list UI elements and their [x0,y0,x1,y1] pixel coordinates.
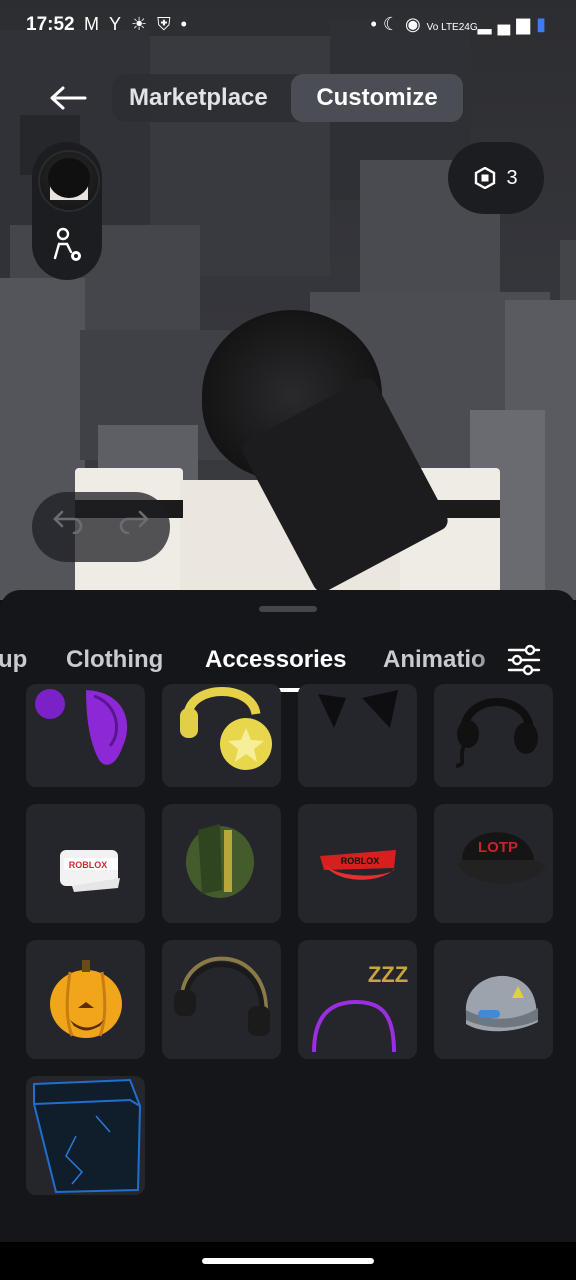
item-label: ZZZ [368,962,408,987]
home-indicator[interactable] [202,1258,374,1264]
drag-handle[interactable] [259,606,317,612]
headset-icon [455,698,538,768]
volte-icon: Vo LTE2 [426,22,465,33]
status-left-icons: MY☀⛨• [84,14,197,35]
pumpkin-icon [50,960,122,1038]
sliders-icon [507,644,541,676]
item-lotp-cap[interactable]: LOTP [434,804,553,923]
item-label: ROBLOX [341,856,380,866]
filter-button[interactable] [504,640,544,680]
status-time: 17:52 [26,14,75,35]
avatar-head-icon [48,158,90,200]
item-yellow-headphones[interactable] [162,684,281,787]
tab-accessories[interactable]: Accessories [205,646,346,674]
redo-icon [119,510,149,535]
item-roblox-white-visor[interactable]: ROBLOX [26,804,145,923]
robux-amount: 3 [506,166,518,189]
tab-marketplace[interactable]: Marketplace [129,74,268,122]
headphones-icon [174,956,270,1036]
undo-icon [53,510,83,535]
cube-icon [33,1078,142,1194]
catalog-panel: up Clothing Accessories Animatio ROBLOX … [0,590,576,1242]
item-pumpkin-backpack[interactable] [26,940,145,1059]
cap-icon: LOTP [456,832,546,884]
robux-icon [475,167,496,189]
status-right-icons: •☾◉Vo LTE24G▂▄▆▮ [371,14,553,35]
avatar-settings-button[interactable] [49,226,85,266]
headband-icon: ZZZ [312,962,408,1053]
avatar[interactable] [38,150,100,212]
dot-icon: • [370,14,383,34]
tab-customize[interactable]: Customize [291,74,463,122]
gmail-icon: M [84,14,109,34]
avatar-settings-icon [53,227,81,261]
item-black-headset[interactable] [434,684,553,787]
visor-icon: ROBLOX [60,850,120,892]
item-label: ROBLOX [69,860,108,870]
hood-icon [186,824,254,898]
item-purple-wings[interactable] [26,684,145,787]
mode-switcher: Marketplace Customize [112,74,464,122]
red-visor-icon: ROBLOX [320,850,398,880]
network-type: 4G [464,22,478,33]
undo-redo-pill [32,492,170,562]
avatar-switcher [32,142,102,280]
dot-icon: • [180,14,197,34]
item-black-headphones[interactable] [162,940,281,1059]
tab-clothing[interactable]: Clothing [66,646,163,674]
app-icon: Y [109,14,132,34]
undo-button[interactable] [52,508,84,541]
back-button[interactable] [44,78,92,118]
hotspot-icon: ◉ [404,14,427,34]
shield-icon: ⛨ [157,14,181,34]
signal-icon: ▂▄▆ [477,14,537,34]
arrow-left-icon [50,86,87,110]
item-green-hood[interactable] [162,804,281,923]
cat-ears-icon [318,690,398,728]
helmet-icon [465,975,538,1032]
system-navigation-bar [0,1242,576,1280]
item-space-helmet[interactable] [434,940,553,1059]
item-cat-ears[interactable] [298,684,417,787]
item-red-roblox-visor[interactable]: ROBLOX [298,804,417,923]
battery-icon: ▮ [536,14,552,34]
app-icon: ☀ [131,14,158,34]
headphones-icon [180,687,272,770]
screen: 17:52 MY☀⛨• •☾◉Vo LTE24G▂▄▆▮ Marketplace… [0,0,576,1280]
redo-button[interactable] [118,508,150,541]
wings-icon [35,689,128,765]
item-blue-cube[interactable] [26,1076,145,1195]
tab-makeup[interactable]: up [0,646,27,674]
item-label: LOTP [478,839,518,856]
item-zzz-headband[interactable]: ZZZ [298,940,417,1059]
status-bar: 17:52 MY☀⛨• •☾◉Vo LTE24G▂▄▆▮ [0,0,576,52]
robux-balance-button[interactable]: 3 [448,142,544,214]
moon-icon: ☾ [382,14,405,34]
